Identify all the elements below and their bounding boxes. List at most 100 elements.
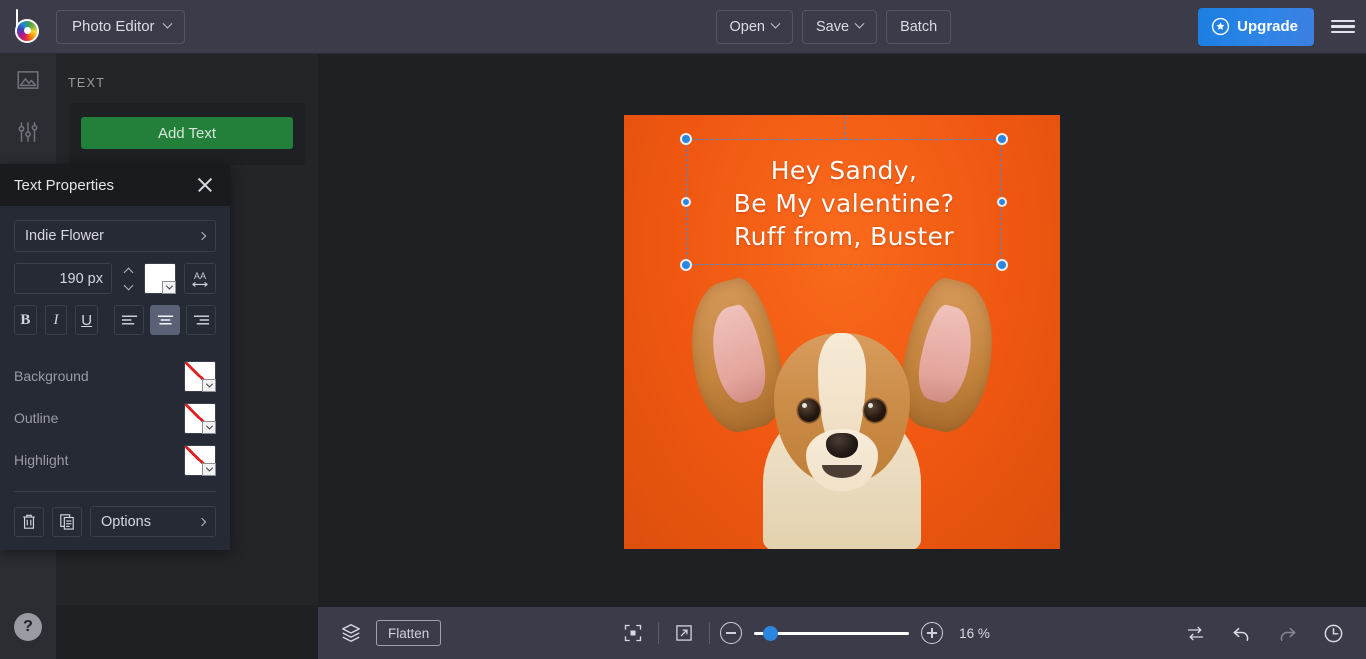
canvas-text-line: Ruff from, Buster <box>734 222 954 251</box>
chevron-down-icon <box>854 18 865 29</box>
align-left-button[interactable] <box>114 305 145 335</box>
resize-handle-bottom-right[interactable] <box>996 259 1008 271</box>
sliders-icon <box>18 122 38 142</box>
divider <box>14 491 216 492</box>
add-text-button[interactable]: Add Text <box>81 117 293 149</box>
befunky-logo-icon <box>11 8 45 44</box>
resize-handle-top-left[interactable] <box>680 133 692 145</box>
open-button-label: Open <box>729 18 765 35</box>
history-button[interactable] <box>1318 618 1348 648</box>
batch-button[interactable]: Batch <box>886 9 952 44</box>
highlight-color-swatch[interactable] <box>184 444 216 476</box>
fit-to-screen-button[interactable] <box>618 618 648 648</box>
artboard[interactable]: Hey Sandy, Be My valentine? Ruff from, B… <box>624 115 1060 549</box>
text-properties-body: Indie Flower 190 px AA B I U Background … <box>0 206 230 537</box>
redo-button[interactable] <box>1272 618 1302 648</box>
zoom-level-label: 16 % <box>959 625 990 641</box>
history-clock-icon <box>1324 624 1342 642</box>
align-right-icon <box>193 315 209 325</box>
align-center-button[interactable] <box>150 305 181 335</box>
app-logo[interactable] <box>0 0 56 54</box>
options-button[interactable]: Options <box>90 506 216 537</box>
corgi-puppy-photo <box>675 272 1009 549</box>
upgrade-button[interactable]: Upgrade <box>1198 7 1314 46</box>
text-selection-box[interactable]: Hey Sandy, Be My valentine? Ruff from, B… <box>680 115 1008 271</box>
app-header: Photo Editor Open Save Batch Upgrade <box>0 0 1366 54</box>
font-size-stepper[interactable] <box>120 263 136 294</box>
delete-text-button[interactable] <box>14 506 44 537</box>
outline-color-row: Outline <box>14 397 216 439</box>
chevron-down-icon <box>770 18 781 29</box>
background-label: Background <box>14 368 89 384</box>
text-properties-panel: Text Properties Indie Flower 190 px AA B… <box>0 164 230 550</box>
font-size-input[interactable]: 190 px <box>14 263 112 294</box>
background-color-swatch[interactable] <box>184 360 216 392</box>
underline-button[interactable]: U <box>75 305 99 335</box>
options-label: Options <box>101 513 151 530</box>
dog-eye-right <box>864 399 886 422</box>
font-family-value: Indie Flower <box>25 228 104 244</box>
app-menu-photo-editor[interactable]: Photo Editor <box>56 9 185 44</box>
text-actions-row: Options <box>14 506 216 537</box>
color-dropdown-icon[interactable] <box>202 378 216 392</box>
background-color-row: Background <box>14 355 216 397</box>
sidebar-item-image[interactable] <box>0 54 56 106</box>
flatten-button[interactable]: Flatten <box>376 620 442 646</box>
star-badge-icon <box>1212 17 1230 36</box>
canvas-text-block[interactable]: Hey Sandy, Be My valentine? Ruff from, B… <box>687 154 1001 253</box>
font-size-unit: px <box>87 270 103 287</box>
letter-spacing-button[interactable]: AA <box>184 263 216 294</box>
undo-icon <box>1233 627 1248 641</box>
text-color-swatch[interactable] <box>144 263 176 294</box>
align-center-icon <box>157 315 173 325</box>
dog-head <box>774 333 910 491</box>
color-dropdown-icon[interactable] <box>162 281 176 294</box>
image-mountain-icon <box>17 71 39 89</box>
divider <box>709 622 711 644</box>
chevron-down-icon <box>123 280 133 290</box>
zoom-slider-thumb[interactable] <box>762 625 778 641</box>
expand-button[interactable] <box>669 618 699 648</box>
zoom-out-button[interactable] <box>720 622 743 644</box>
app-menu-label: Photo Editor <box>72 18 155 35</box>
help-button[interactable]: ? <box>14 613 42 641</box>
highlight-color-row: Highlight <box>14 439 216 481</box>
close-icon[interactable] <box>194 174 216 196</box>
add-text-card: Add Text <box>69 103 305 165</box>
dog-eye-left <box>798 399 820 422</box>
text-panel-title: TEXT <box>68 76 106 90</box>
hamburger-menu-icon[interactable] <box>1320 0 1366 54</box>
outline-color-swatch[interactable] <box>184 402 216 434</box>
duplicate-text-button[interactable] <box>52 506 82 537</box>
chevron-right-icon <box>197 231 207 241</box>
undo-button[interactable] <box>1226 618 1256 648</box>
bold-button[interactable]: B <box>14 305 37 335</box>
color-dropdown-icon[interactable] <box>202 420 216 434</box>
compare-button[interactable] <box>1180 618 1210 648</box>
sidebar-item-adjust[interactable] <box>0 106 56 158</box>
save-button[interactable]: Save <box>802 9 878 44</box>
color-dropdown-icon[interactable] <box>202 462 216 476</box>
logo-color-wheel <box>15 18 39 43</box>
redo-icon <box>1280 627 1295 641</box>
resize-handle-top-right[interactable] <box>996 133 1008 145</box>
chevron-down-icon <box>162 18 173 29</box>
resize-handle-bottom-left[interactable] <box>680 259 692 271</box>
highlight-label: Highlight <box>14 452 69 468</box>
align-right-button[interactable] <box>186 305 217 335</box>
font-size-value: 190 <box>59 270 84 287</box>
layers-button[interactable] <box>336 618 366 648</box>
chevron-up-icon <box>123 267 133 277</box>
zoom-slider[interactable] <box>754 622 910 644</box>
zoom-in-button[interactable] <box>921 622 944 644</box>
italic-button[interactable]: I <box>44 305 68 335</box>
canvas-area[interactable]: Hey Sandy, Be My valentine? Ruff from, B… <box>318 54 1366 607</box>
fit-to-screen-icon <box>624 624 642 642</box>
text-properties-header: Text Properties <box>0 164 230 206</box>
style-row: B I U <box>14 305 217 335</box>
font-family-select[interactable]: Indie Flower <box>14 220 216 252</box>
rotation-line <box>844 115 845 140</box>
align-group <box>114 305 217 335</box>
trash-icon <box>23 514 35 529</box>
open-button[interactable]: Open <box>715 9 793 44</box>
